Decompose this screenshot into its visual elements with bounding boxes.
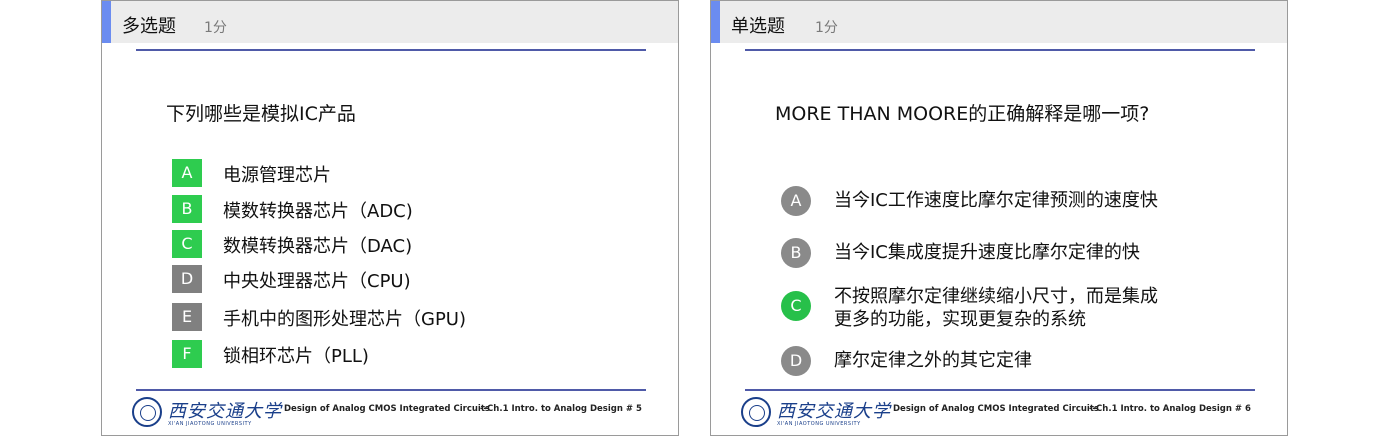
question-text: MORE THAN MOORE的正确解释是哪一项?: [775, 103, 1150, 125]
option-text: 当今IC工作速度比摩尔定律预测的速度快: [834, 190, 1158, 211]
option-badge: C: [781, 291, 811, 321]
logo-chinese-name: 西安交通大学: [777, 401, 891, 422]
university-logo: 西安交通大学 XI'AN JIAOTONG UNIVERSITY: [741, 395, 891, 431]
question-text: 下列哪些是模拟IC产品: [166, 103, 356, 125]
footer-course-title: Design of Analog CMOS Integrated Circuit…: [284, 404, 490, 414]
footer-course-title: Design of Analog CMOS Integrated Circuit…: [893, 404, 1099, 414]
slide-header: 单选题 1分: [711, 1, 1287, 43]
option-text: 不按照摩尔定律继续缩小尺寸，而是集成 更多的功能，实现更复杂的系统: [834, 286, 1158, 330]
footer-page-number: --Ch.1 Intro. to Analog Design # 5: [480, 404, 642, 414]
header-accent-bar: [102, 1, 111, 43]
option-text: 数模转换器芯片（DAC): [223, 236, 413, 257]
logo-english-name: XI'AN JIAOTONG UNIVERSITY: [777, 421, 861, 427]
header-divider: [136, 49, 646, 51]
logo-chinese-name: 西安交通大学: [168, 401, 282, 422]
question-type: 单选题: [731, 16, 785, 37]
university-logo: 西安交通大学 XI'AN JIAOTONG UNIVERSITY: [132, 395, 282, 431]
option-badge: A: [172, 159, 202, 187]
option-badge: B: [172, 195, 202, 223]
option-text: 摩尔定律之外的其它定律: [834, 350, 1032, 371]
option-text: 中央处理器芯片（CPU): [223, 271, 411, 292]
footer-page-number: --Ch.1 Intro. to Analog Design # 6: [1089, 404, 1251, 414]
header-accent-bar: [711, 1, 720, 43]
option-text: 模数转换器芯片（ADC): [223, 201, 413, 222]
option-text: 锁相环芯片（PLL): [223, 346, 369, 367]
slide-single-choice: 单选题 1分 MORE THAN MOORE的正确解释是哪一项? A 当今IC工…: [710, 0, 1288, 436]
option-badge: E: [172, 303, 202, 331]
option-badge: F: [172, 340, 202, 368]
header-divider: [745, 49, 1255, 51]
question-score: 1分: [815, 20, 838, 36]
university-seal-icon: [132, 397, 162, 427]
question-type: 多选题: [122, 16, 176, 37]
option-badge: D: [781, 346, 811, 376]
logo-english-name: XI'AN JIAOTONG UNIVERSITY: [168, 421, 252, 427]
option-badge: A: [781, 186, 811, 216]
slide-multiple-choice: 多选题 1分 下列哪些是模拟IC产品 A 电源管理芯片 B 模数转换器芯片（AD…: [101, 0, 679, 436]
option-badge: C: [172, 230, 202, 258]
option-text: 手机中的图形处理芯片（GPU): [223, 309, 466, 330]
option-badge: D: [172, 265, 202, 293]
footer-divider: [136, 389, 646, 391]
footer-divider: [745, 389, 1255, 391]
option-badge: B: [781, 238, 811, 268]
slide-header: 多选题 1分: [102, 1, 678, 43]
option-text: 电源管理芯片: [223, 165, 331, 186]
question-score: 1分: [204, 20, 227, 36]
university-seal-icon: [741, 397, 771, 427]
option-text: 当今IC集成度提升速度比摩尔定律的快: [834, 242, 1140, 263]
